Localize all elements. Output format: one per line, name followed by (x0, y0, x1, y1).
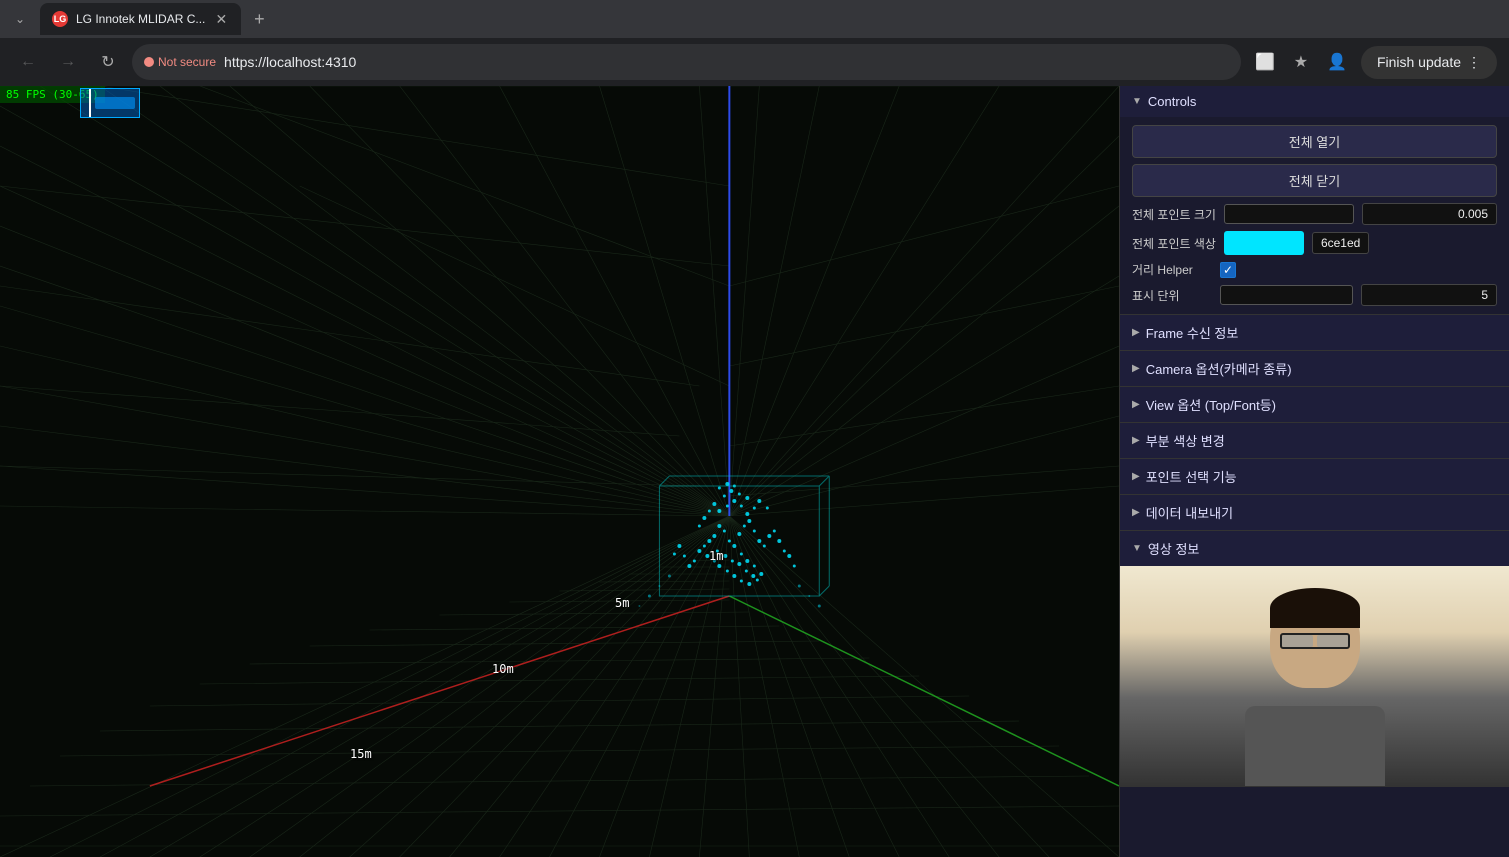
video-info-chevron (1132, 543, 1142, 554)
display-unit-value: 5 (1361, 284, 1498, 306)
cast-btn[interactable]: ⬜ (1249, 46, 1281, 78)
point-color-row: 전체 포인트 색상 6ce1ed (1132, 231, 1497, 255)
frame-info-header[interactable]: Frame 수신 정보 (1120, 315, 1509, 350)
view-options-chevron (1132, 399, 1140, 410)
distance-helper-checkbox[interactable]: ✓ (1220, 262, 1236, 278)
point-select-header[interactable]: 포인트 선택 기능 (1120, 459, 1509, 494)
open-close-row: 전체 열기 (1132, 125, 1497, 158)
data-export-label: 데이터 내보내기 (1146, 503, 1233, 522)
controls-chevron (1132, 96, 1142, 107)
tab-close-btn[interactable]: ✕ (213, 11, 229, 27)
url-display: https://localhost:4310 (224, 54, 1229, 70)
finish-update-btn[interactable]: Finish update ⋮ (1361, 46, 1497, 79)
controls-header[interactable]: Controls (1120, 86, 1509, 117)
face-glasses (1280, 633, 1350, 649)
refresh-btn[interactable]: ↻ (92, 46, 124, 78)
bookmark-btn[interactable]: ★ (1285, 46, 1317, 78)
frame-info-chevron (1132, 327, 1140, 338)
not-secure-indicator: Not secure (144, 55, 216, 69)
point-color-label: 전체 포인트 색상 (1132, 235, 1216, 252)
point-size-value: 0.005 (1362, 203, 1497, 225)
point-color-hex: 6ce1ed (1312, 232, 1369, 254)
point-size-input[interactable] (1224, 204, 1355, 224)
3d-scene-canvas (0, 86, 1119, 857)
distance-5m: 5m (615, 596, 629, 610)
distance-10m: 10m (492, 662, 514, 676)
view-options-header[interactable]: View 옵션 (Top/Font등) (1120, 387, 1509, 422)
profile-btn[interactable]: 👤 (1321, 46, 1353, 78)
content-area: 85 FPS (30-65) (0, 86, 1509, 857)
right-panel: Controls 전체 열기 전체 닫기 전체 포인트 크기 0.005 (1119, 86, 1509, 857)
finish-update-label: Finish update (1377, 54, 1461, 70)
point-select-label: 포인트 선택 기능 (1146, 467, 1237, 486)
back-btn[interactable]: ← (12, 46, 44, 78)
frame-info-label: Frame 수신 정보 (1146, 323, 1239, 342)
data-export-chevron (1132, 507, 1140, 518)
open-all-btn[interactable]: 전체 열기 (1132, 125, 1497, 158)
video-info-section: 영상 정보 (1120, 531, 1509, 787)
timeline-cursor (89, 89, 91, 117)
frame-info-section: Frame 수신 정보 (1120, 315, 1509, 351)
face-head (1270, 588, 1360, 688)
distance-helper-label: 거리 Helper (1132, 261, 1212, 278)
nav-bar: ← → ↻ Not secure https://localhost:4310 … (0, 38, 1509, 86)
person-figure (1120, 566, 1509, 786)
address-bar[interactable]: Not secure https://localhost:4310 (132, 44, 1241, 80)
active-tab[interactable]: LG LG Innotek MLIDAR C... ✕ (40, 3, 241, 35)
controls-title: Controls (1148, 94, 1196, 109)
point-color-swatch[interactable] (1224, 231, 1304, 255)
browser-chrome: ⌄ LG LG Innotek MLIDAR C... ✕ + ← → ↻ No… (0, 0, 1509, 86)
controls-body: 전체 열기 전체 닫기 전체 포인트 크기 0.005 전체 포인트 색상 6c… (1120, 117, 1509, 314)
display-unit-row: 표시 단위 5 (1132, 284, 1497, 306)
video-info-label: 영상 정보 (1148, 539, 1199, 558)
point-size-row: 전체 포인트 크기 0.005 (1132, 203, 1497, 225)
display-unit-label: 표시 단위 (1132, 287, 1212, 304)
tab-list-btn[interactable]: ⌄ (8, 7, 32, 31)
distance-15m: 15m (350, 747, 372, 761)
data-export-section: 데이터 내보내기 (1120, 495, 1509, 531)
controls-section: Controls 전체 열기 전체 닫기 전체 포인트 크기 0.005 (1120, 86, 1509, 315)
mini-timeline[interactable] (80, 88, 140, 118)
point-select-section: 포인트 선택 기능 (1120, 459, 1509, 495)
camera-options-label: Camera 옵션(카메라 종류) (1146, 359, 1292, 378)
close-row: 전체 닫기 (1132, 164, 1497, 197)
new-tab-btn[interactable]: + (245, 5, 273, 33)
glass-lens-right (1317, 635, 1348, 647)
finish-update-icon: ⋮ (1467, 54, 1481, 71)
video-info-header[interactable]: 영상 정보 (1120, 531, 1509, 566)
point-select-chevron (1132, 471, 1140, 482)
not-secure-dot (144, 57, 154, 67)
partial-color-header[interactable]: 부분 색상 변경 (1120, 423, 1509, 458)
distance-helper-row: 거리 Helper ✓ (1132, 261, 1497, 278)
point-size-label: 전체 포인트 크기 (1132, 206, 1216, 223)
person-body (1245, 706, 1385, 786)
distance-1m: 1m (709, 549, 723, 563)
forward-btn[interactable]: → (52, 46, 84, 78)
video-thumbnail (1120, 566, 1509, 786)
face-hair (1270, 588, 1360, 628)
close-all-btn[interactable]: 전체 닫기 (1132, 164, 1497, 197)
partial-color-section: 부분 색상 변경 (1120, 423, 1509, 459)
data-export-header[interactable]: 데이터 내보내기 (1120, 495, 1509, 530)
display-unit-input[interactable] (1220, 285, 1353, 305)
camera-options-header[interactable]: Camera 옵션(카메라 종류) (1120, 351, 1509, 386)
glass-lens-left (1282, 635, 1313, 647)
view-options-section: View 옵션 (Top/Font등) (1120, 387, 1509, 423)
camera-options-section: Camera 옵션(카메라 종류) (1120, 351, 1509, 387)
tab-favicon: LG (52, 11, 68, 27)
partial-color-label: 부분 색상 변경 (1146, 431, 1225, 450)
tab-title: LG Innotek MLIDAR C... (76, 12, 205, 26)
tab-bar: ⌄ LG LG Innotek MLIDAR C... ✕ + (0, 0, 1509, 38)
partial-color-chevron (1132, 435, 1140, 446)
not-secure-label: Not secure (158, 55, 216, 69)
viewport[interactable]: 85 FPS (30-65) (0, 86, 1119, 857)
view-options-label: View 옵션 (Top/Font등) (1146, 395, 1276, 414)
nav-icons: ⬜ ★ 👤 (1249, 46, 1353, 78)
camera-options-chevron (1132, 363, 1140, 374)
